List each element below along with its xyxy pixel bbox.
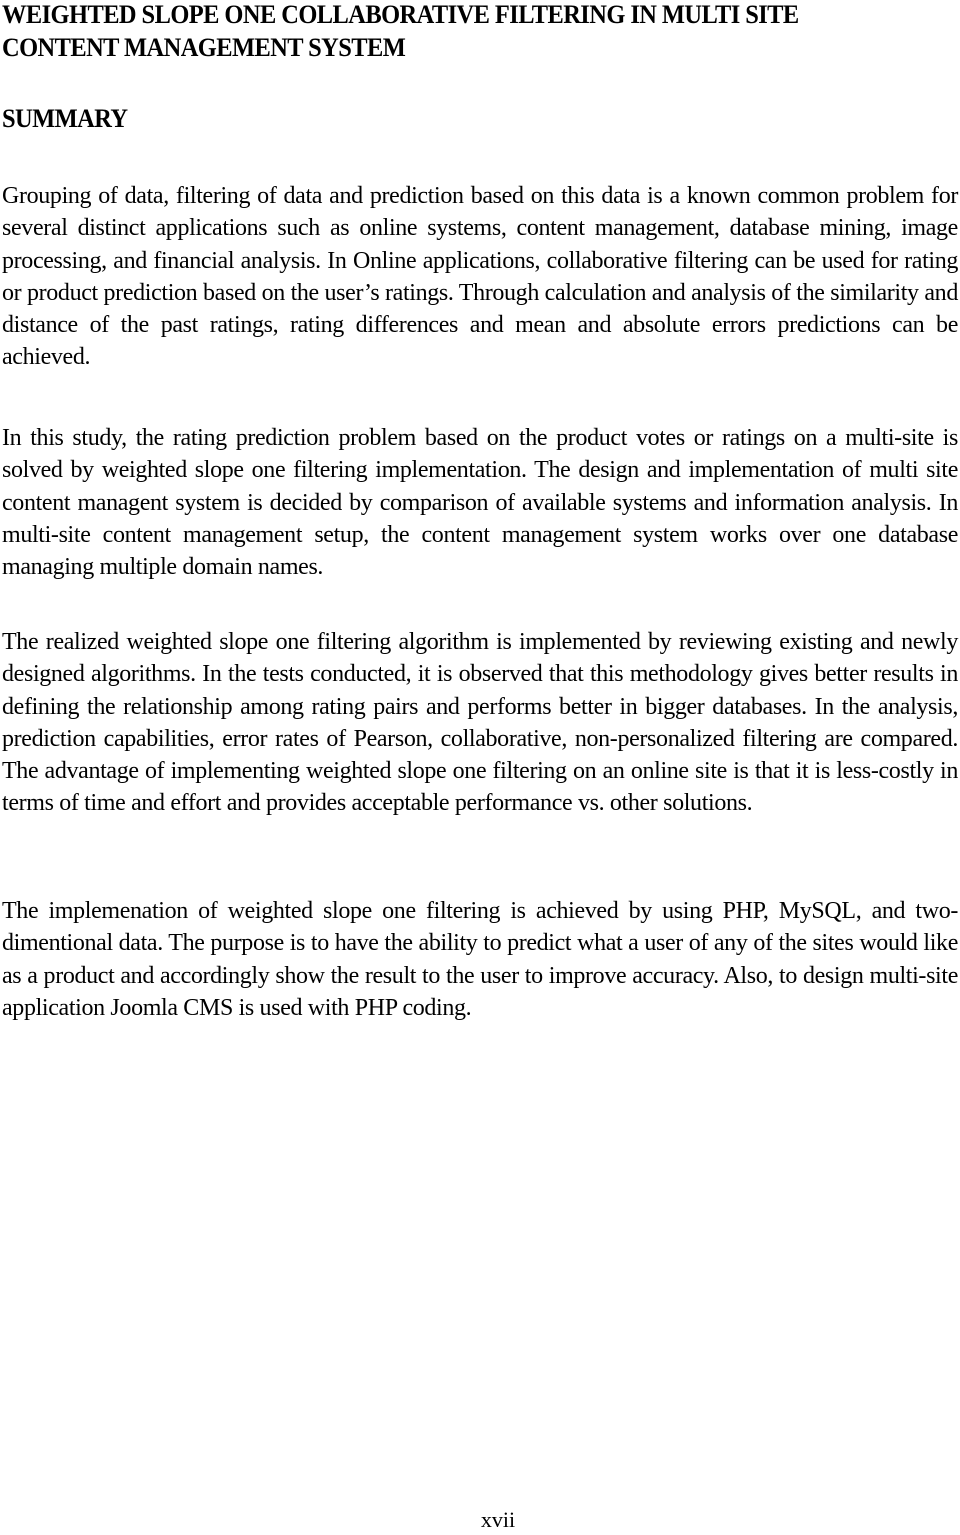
summary-paragraph-4: The implemenation of weighted slope one … [2, 898, 958, 1021]
document-title-line-1: WEIGHTED SLOPE ONE COLLABORATIVE FILTERI… [2, 0, 799, 29]
summary-paragraph-1: Grouping of data, filtering of data and … [2, 183, 958, 371]
document-title: WEIGHTED SLOPE ONE COLLABORATIVE FILTERI… [2, 0, 901, 64]
page-number: xvii [480, 1507, 516, 1532]
document-title-line-2: CONTENT MANAGEMENT SYSTEM [2, 33, 406, 62]
summary-paragraph-3: The realized weighted slope one filterin… [2, 629, 958, 817]
summary-heading: SUMMARY [2, 104, 128, 133]
summary-paragraph-2: In this study, the rating prediction pro… [2, 425, 958, 581]
